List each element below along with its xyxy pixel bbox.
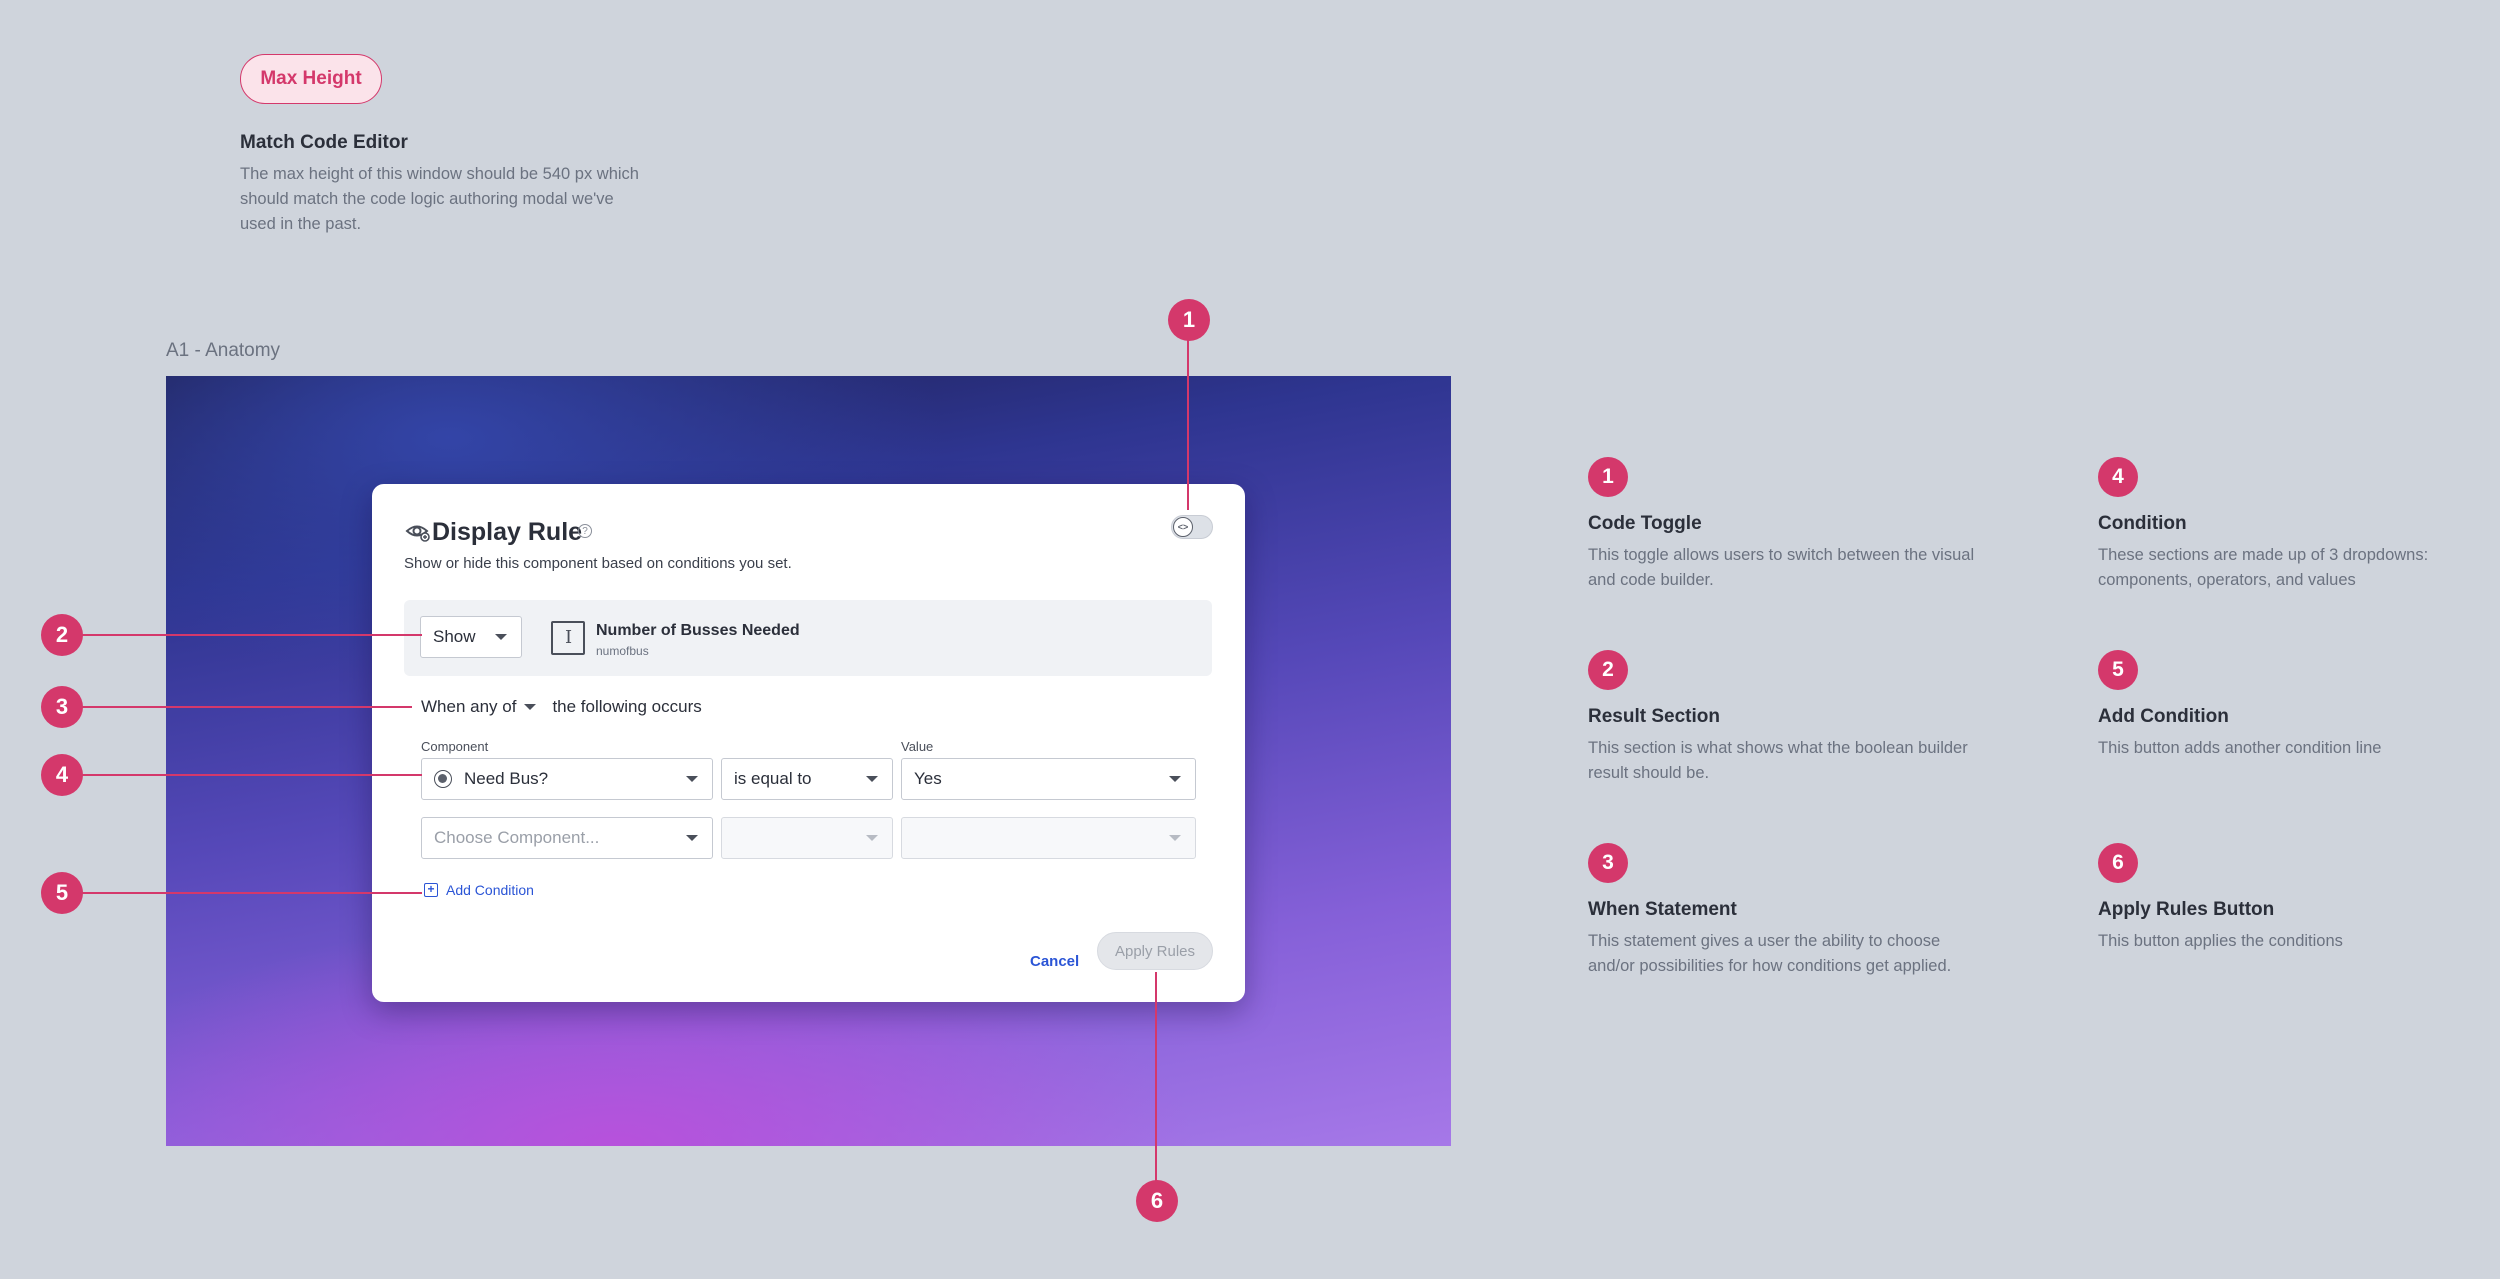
value-select[interactable]: Yes: [901, 758, 1196, 800]
legend-item-6: 6 Apply Rules Button This button applies…: [2098, 843, 2478, 954]
legend-item-1: 1 Code Toggle This toggle allows users t…: [1588, 457, 1988, 593]
chevron-down-icon: [1169, 835, 1181, 841]
max-height-pill: Max Height: [240, 54, 382, 104]
legend-title: Result Section: [1588, 706, 1720, 727]
legend-title: Apply Rules Button: [2098, 899, 2275, 920]
dialog-subtitle: Show or hide this component based on con…: [404, 555, 792, 572]
legend-description: This button applies the conditions: [2098, 932, 2343, 950]
callout-badge-3: 3: [41, 686, 83, 728]
legend-title: Condition: [2098, 513, 2187, 534]
legend-item-3: 3 When Statement This statement gives a …: [1588, 843, 1988, 979]
component-column-label: Component: [421, 739, 489, 754]
legend-badge: 2: [1588, 650, 1628, 690]
legend-badge: 6: [2098, 843, 2138, 883]
callout-line-4: [82, 774, 422, 776]
code-toggle[interactable]: <>: [1171, 515, 1213, 539]
value-column-label: Value: [901, 739, 934, 754]
note-title: Match Code Editor: [240, 132, 408, 153]
callout-badge-1: 1: [1168, 299, 1210, 341]
legend-title: Code Toggle: [1588, 513, 1702, 534]
legend-badge: 4: [2098, 457, 2138, 497]
apply-rules-button[interactable]: Apply Rules: [1097, 932, 1213, 970]
legend-title: Add Condition: [2098, 706, 2229, 727]
show-hide-select[interactable]: Show: [420, 616, 522, 658]
chevron-down-icon: [866, 776, 878, 782]
legend-description: This section is what shows what the bool…: [1588, 739, 1968, 782]
callout-badge-5: 5: [41, 872, 83, 914]
choose-component-select[interactable]: Choose Component...: [421, 817, 713, 859]
legend-description: These sections are made up of 3 dropdown…: [2098, 546, 2429, 589]
component-value: Need Bus?: [464, 769, 549, 788]
when-any-of-dropdown[interactable]: When any of: [421, 697, 516, 717]
dialog-title: Display Rule: [432, 518, 583, 546]
when-suffix: the following occurs: [552, 697, 702, 716]
callout-line-6: [1155, 972, 1157, 1182]
legend-badge: 1: [1588, 457, 1628, 497]
callout-line-5: [82, 892, 422, 894]
legend-item-4: 4 Condition These sections are made up o…: [2098, 457, 2478, 593]
cancel-button[interactable]: Cancel: [1030, 953, 1079, 970]
callout-line-3: [82, 706, 412, 708]
chevron-down-icon: [495, 634, 507, 640]
chevron-down-icon: [686, 835, 698, 841]
legend-badge: 5: [2098, 650, 2138, 690]
display-rule-dialog: Display Rule ? Show or hide this compone…: [372, 484, 1245, 1002]
chevron-down-icon: [686, 776, 698, 782]
add-condition-label: Add Condition: [446, 882, 534, 898]
operator-select[interactable]: is equal to: [721, 758, 893, 800]
result-section: Show I Number of Busses Needed numofbus: [404, 600, 1212, 676]
callout-badge-2: 2: [41, 614, 83, 656]
legend-item-5: 5 Add Condition This button adds another…: [2098, 650, 2478, 761]
legend-badge: 3: [1588, 843, 1628, 883]
callout-badge-4: 4: [41, 754, 83, 796]
text-cursor-icon: I: [565, 627, 573, 648]
result-field-key: numofbus: [596, 644, 649, 658]
plus-icon: +: [424, 883, 438, 897]
show-hide-value: Show: [433, 627, 476, 646]
callout-badge-6: 6: [1136, 1180, 1178, 1222]
eye-icon: [405, 525, 430, 542]
operator-select-disabled: [721, 817, 893, 859]
legend-description: This button adds another condition line: [2098, 739, 2382, 757]
component-placeholder: Choose Component...: [434, 828, 600, 847]
legend-title: When Statement: [1588, 899, 1737, 920]
value-value: Yes: [914, 769, 942, 788]
legend-item-2: 2 Result Section This section is what sh…: [1588, 650, 1988, 786]
add-condition-button[interactable]: + Add Condition: [424, 882, 534, 898]
result-field-name: Number of Busses Needed: [596, 622, 800, 639]
when-statement: When any of the following occurs: [421, 697, 702, 717]
chevron-down-icon: [1169, 776, 1181, 782]
legend-description: This statement gives a user the ability …: [1588, 932, 1952, 975]
chevron-down-icon[interactable]: [524, 704, 537, 710]
callout-line-2: [82, 634, 422, 636]
operator-value: is equal to: [734, 769, 812, 788]
callout-line-1: [1187, 340, 1189, 510]
note-body: The max height of this window should be …: [240, 165, 639, 233]
code-icon: <>: [1173, 517, 1193, 537]
frame-label: A1 - Anatomy: [166, 340, 281, 361]
radio-icon: [434, 770, 452, 788]
component-select[interactable]: Need Bus?: [421, 758, 713, 800]
chevron-down-icon: [866, 835, 878, 841]
value-select-disabled: [901, 817, 1196, 859]
help-icon[interactable]: ?: [578, 524, 592, 538]
legend-description: This toggle allows users to switch betwe…: [1588, 546, 1975, 589]
